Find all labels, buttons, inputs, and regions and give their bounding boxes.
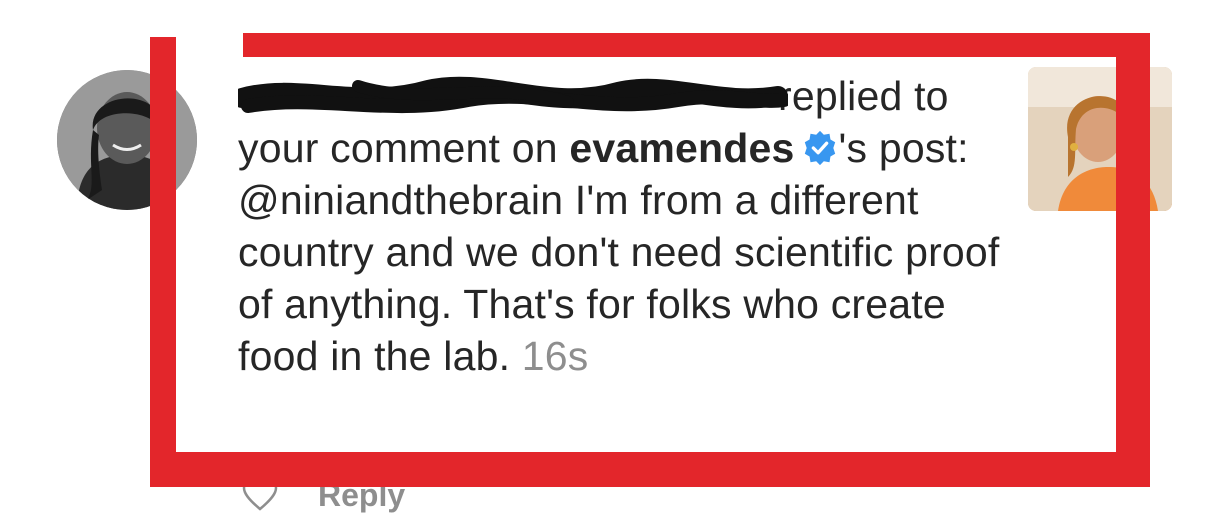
annotation-frame-top (243, 33, 1150, 57)
timestamp: 16s (521, 333, 589, 379)
annotation-frame-left (150, 37, 176, 487)
post-prefix: post: (878, 125, 969, 171)
post-thumbnail[interactable] (1028, 67, 1172, 211)
account-suffix: 's (838, 125, 868, 171)
annotation-frame-right (1116, 37, 1150, 487)
notification-text: replied to your comment on evamendes 's … (238, 70, 1008, 382)
comment-body: @niniandthebrain I'm from a different co… (238, 177, 1000, 379)
commenter-avatar[interactable] (57, 70, 197, 210)
account-link[interactable]: evamendes (569, 125, 794, 171)
annotation-frame-bottom (150, 452, 1150, 487)
redacted-username[interactable] (238, 76, 788, 114)
verified-badge-icon (804, 130, 835, 166)
